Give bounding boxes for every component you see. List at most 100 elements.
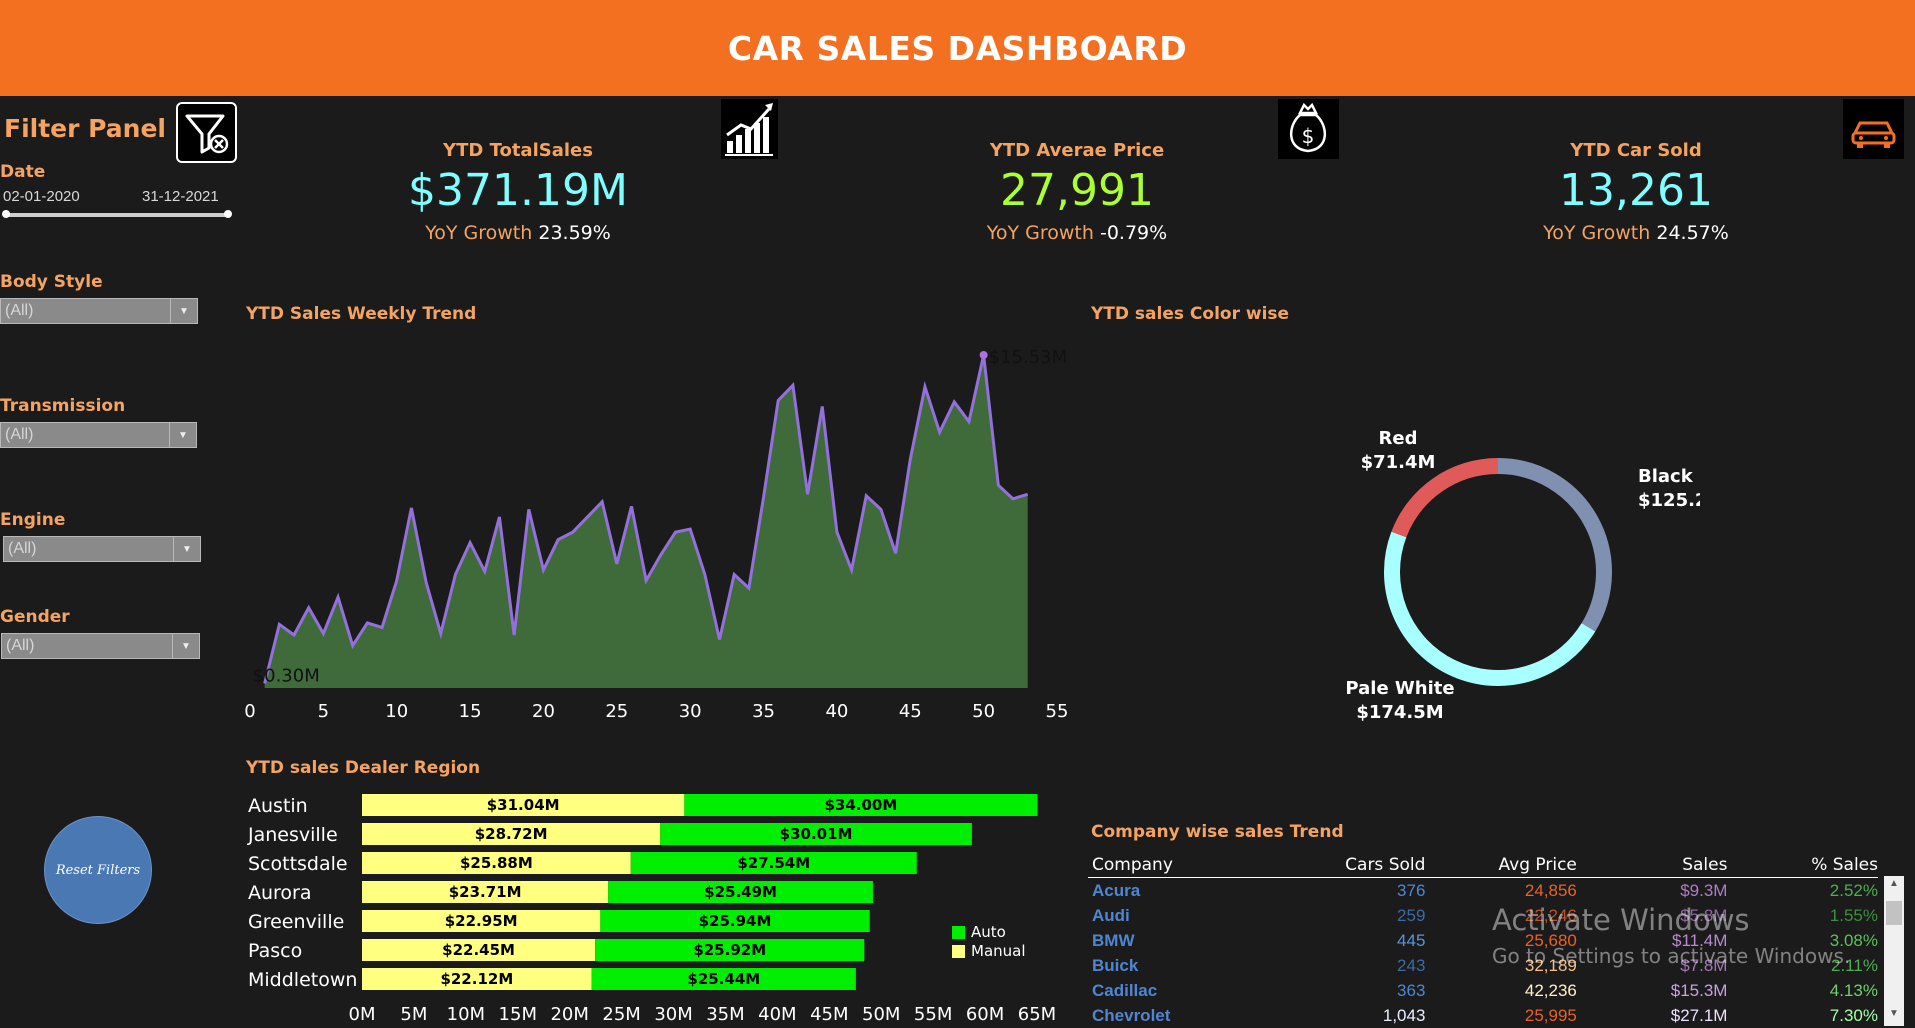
region-label: Scottsdale bbox=[248, 853, 348, 875]
table-header-row: Company Cars Sold Avg Price Sales % Sale… bbox=[1088, 852, 1878, 878]
kpi-cars-sold-value: 13,261 bbox=[1559, 165, 1713, 216]
legend-auto-label: Auto bbox=[971, 923, 1006, 941]
money-bag-icon: $ bbox=[1278, 99, 1339, 159]
scroll-thumb[interactable] bbox=[1886, 901, 1902, 925]
pct-sales-cell: 1.55% bbox=[1829, 905, 1878, 925]
filter-panel-title: Filter Panel bbox=[4, 114, 166, 143]
column-header-company[interactable]: Company bbox=[1088, 855, 1226, 875]
trend-max-point bbox=[979, 351, 988, 359]
avg-price-cell: 42,236 bbox=[1524, 980, 1577, 1000]
bar-auto-label: $25.92M bbox=[693, 941, 766, 959]
sales-cell: $27.1M bbox=[1670, 1005, 1728, 1025]
legend-auto-swatch bbox=[952, 926, 965, 939]
donut-label-value: $125.2M bbox=[1638, 490, 1700, 511]
reset-filters-button[interactable]: Reset Filters bbox=[44, 816, 152, 924]
bar-auto-label: $25.49M bbox=[704, 883, 777, 901]
color-wise-donut-chart: Black $125.2M Pale White $174.5M Red $71.4M bbox=[1345, 428, 1700, 723]
kpi-cars-sold: YTD Car Sold 13,261 YoY Growth 24.57% bbox=[1486, 140, 1786, 244]
region-label: Middletown bbox=[248, 969, 357, 991]
svg-text:$: $ bbox=[1302, 124, 1315, 148]
table-row[interactable]: Cadillac 363 42,236 $15.3M 4.13% bbox=[1088, 978, 1878, 1003]
x-tick-label: 50 bbox=[972, 701, 995, 722]
body-style-dropdown[interactable]: (All) ▼ bbox=[0, 298, 198, 324]
table-row[interactable]: Acura 376 24,856 $9.3M 2.52% bbox=[1088, 878, 1878, 903]
company-cell: Acura bbox=[1092, 880, 1141, 900]
table-row[interactable]: Audi 259 22,246 $5.8M 1.55% bbox=[1088, 903, 1878, 928]
donut-slice-red bbox=[1391, 458, 1499, 538]
dealer-region-title: YTD sales Dealer Region bbox=[246, 758, 481, 778]
scroll-down-icon[interactable]: ▼ bbox=[1887, 1008, 1901, 1022]
pct-sales-cell: 4.13% bbox=[1829, 980, 1878, 1000]
x-tick-label: 10 bbox=[385, 701, 408, 722]
x-tick-label: 15 bbox=[459, 701, 482, 722]
gender-dropdown[interactable]: (All) ▼ bbox=[1, 633, 200, 659]
sales-cell: $15.3M bbox=[1670, 980, 1728, 1000]
cars-sold-cell: 259 bbox=[1397, 905, 1426, 925]
kpi-avg-price-value: 27,991 bbox=[1000, 165, 1154, 216]
company-cell: Buick bbox=[1092, 955, 1139, 975]
cars-sold-cell: 363 bbox=[1397, 980, 1426, 1000]
trend-area bbox=[264, 355, 1028, 688]
x-tick-label: 40 bbox=[825, 701, 848, 722]
x-tick-label: 55M bbox=[914, 1004, 952, 1025]
bar-manual-label: $22.95M bbox=[445, 912, 518, 930]
region-label: Aurora bbox=[248, 882, 312, 904]
x-tick-label: 55 bbox=[1046, 701, 1069, 722]
chevron-down-icon[interactable]: ▼ bbox=[169, 423, 196, 447]
bar-manual-label: $22.12M bbox=[440, 970, 513, 988]
kpi-cars-sold-growth: 24.57% bbox=[1656, 222, 1729, 244]
column-header-sales[interactable]: Sales bbox=[1577, 855, 1727, 875]
chevron-down-icon[interactable]: ▼ bbox=[173, 537, 200, 561]
company-cell: Chevrolet bbox=[1092, 1005, 1171, 1025]
trend-min-label: $0.30M bbox=[253, 665, 320, 686]
bar-manual-label: $28.72M bbox=[475, 825, 548, 843]
kpi-avg-price-title: YTD Averae Price bbox=[989, 140, 1165, 161]
table-scrollbar[interactable]: ▲ ▼ bbox=[1884, 876, 1904, 1026]
cars-sold-cell: 376 bbox=[1397, 880, 1426, 900]
table-row[interactable]: Chevrolet 1,043 25,995 $27.1M 7.30% bbox=[1088, 1003, 1878, 1028]
x-tick-label: 25M bbox=[602, 1004, 640, 1025]
region-label: Pasco bbox=[248, 940, 302, 962]
scroll-up-icon[interactable]: ▲ bbox=[1887, 878, 1901, 892]
chevron-down-icon[interactable]: ▼ bbox=[172, 634, 199, 658]
engine-value: (All) bbox=[8, 540, 37, 557]
filter-clear-icon[interactable] bbox=[176, 102, 237, 163]
kpi-total-sales-growth-label: YoY Growth bbox=[425, 222, 533, 244]
pct-sales-cell: 2.52% bbox=[1829, 880, 1878, 900]
x-tick-label: 15M bbox=[499, 1004, 537, 1025]
color-wise-title: YTD sales Color wise bbox=[1091, 304, 1290, 324]
pct-sales-cell: 7.30% bbox=[1829, 1005, 1878, 1025]
date-slider-end-handle[interactable] bbox=[224, 210, 232, 218]
trend-max-label: $15.53M bbox=[989, 347, 1068, 368]
column-header-pct-sales[interactable]: % Sales bbox=[1727, 855, 1878, 875]
dashboard-header: CAR SALES DASHBOARD bbox=[0, 0, 1915, 96]
date-filter-label: Date bbox=[0, 162, 46, 182]
x-tick-label: 30 bbox=[679, 701, 702, 722]
column-header-cars-sold[interactable]: Cars Sold bbox=[1226, 855, 1425, 875]
donut-slice-pale-white bbox=[1384, 531, 1596, 686]
donut-label-name: Black bbox=[1638, 466, 1694, 487]
body-style-value: (All) bbox=[5, 302, 34, 319]
engine-dropdown[interactable]: (All) ▼ bbox=[3, 536, 201, 562]
transmission-filter-label: Transmission bbox=[0, 396, 126, 416]
avg-price-cell: 25,995 bbox=[1524, 1005, 1577, 1025]
x-tick-label: 50M bbox=[862, 1004, 900, 1025]
x-tick-label: 20 bbox=[532, 701, 555, 722]
x-tick-label: 20M bbox=[550, 1004, 588, 1025]
weekly-trend-chart: $15.53M $0.30M 0 5 10 15 20 25 30 35 40 45 50 55 bbox=[244, 347, 1069, 722]
transmission-dropdown[interactable]: (All) ▼ bbox=[0, 422, 197, 448]
dashboard-title: CAR SALES DASHBOARD bbox=[727, 28, 1188, 68]
bar-manual-label: $23.71M bbox=[449, 883, 522, 901]
reset-filters-label: Reset Filters bbox=[55, 862, 141, 878]
bar-auto-label: $25.44M bbox=[687, 970, 760, 988]
column-header-avg-price[interactable]: Avg Price bbox=[1425, 855, 1577, 875]
kpi-cars-sold-growth-label: YoY Growth bbox=[1543, 222, 1651, 244]
date-range-slider[interactable] bbox=[2, 210, 232, 218]
growth-chart-icon bbox=[721, 99, 778, 159]
chevron-down-icon[interactable]: ▼ bbox=[170, 299, 197, 323]
activate-windows-subtitle: Go to Settings to activate Windows. bbox=[1492, 944, 1851, 968]
date-slider-start-handle[interactable] bbox=[2, 210, 10, 218]
transmission-value: (All) bbox=[5, 426, 34, 443]
bar-auto-label: $34.00M bbox=[824, 796, 897, 814]
car-icon bbox=[1843, 99, 1904, 159]
